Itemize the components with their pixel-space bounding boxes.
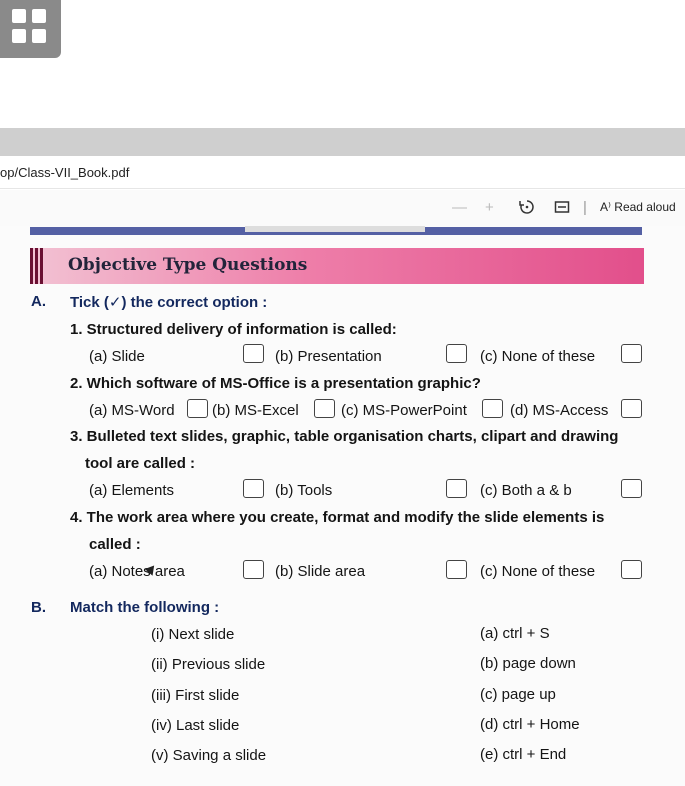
zoom-in-button[interactable]: + — [485, 199, 494, 217]
toolbar-divider: | — [583, 199, 587, 216]
q4-checkbox-b[interactable] — [446, 560, 467, 579]
section-a-letter: A. — [31, 293, 46, 310]
read-aloud-button[interactable]: A⁾ Read aloud — [600, 200, 676, 214]
match-right-4: (d) ctrl + Home — [480, 716, 580, 733]
q4-option-c: (c) None of these — [480, 563, 596, 580]
q1-option-b: (b) Presentation — [275, 348, 382, 365]
q4-option-a: (a) Notes area — [89, 563, 185, 580]
question-3-cont: tool are called : — [85, 455, 196, 472]
match-left-1: (i) Next slide — [151, 626, 235, 643]
match-right-3: (c) page up — [480, 686, 556, 703]
q1-checkbox-b[interactable] — [446, 344, 467, 363]
q3-checkbox-b[interactable] — [446, 479, 467, 498]
match-right-1: (a) ctrl + S — [480, 625, 550, 642]
q2-option-c: (c) MS-PowerPoint — [341, 402, 467, 419]
question-2: 2. Which software of MS-Office is a pres… — [70, 375, 481, 392]
question-1: 1. Structured delivery of information is… — [70, 321, 397, 338]
section-a-heading: Tick (✓) the correct option : — [70, 294, 268, 311]
rotate-icon[interactable] — [519, 199, 535, 220]
question-3: 3. Bulleted text slides, graphic, table … — [70, 428, 619, 445]
apps-grid-icon[interactable] — [0, 0, 61, 58]
tab-strip — [0, 128, 685, 156]
q2-option-b: (b) MS-Excel — [212, 402, 299, 419]
q1-checkbox-c[interactable] — [621, 344, 642, 363]
q2-option-d: (d) MS-Access — [510, 402, 609, 419]
q2-checkbox-a[interactable] — [187, 399, 208, 418]
section-b-letter: B. — [31, 599, 46, 616]
q2-option-a: (a) MS-Word — [89, 402, 175, 419]
q1-option-c: (c) None of these — [480, 348, 596, 365]
match-left-5: (v) Saving a slide — [151, 747, 267, 764]
question-4: 4. The work area where you create, forma… — [70, 509, 605, 526]
zoom-out-button[interactable]: — — [452, 199, 467, 217]
q3-checkbox-c[interactable] — [621, 479, 642, 498]
q1-checkbox-a[interactable] — [243, 344, 264, 363]
address-url[interactable]: op/Class-VII_Book.pdf — [0, 165, 129, 180]
section-title: Objective Type Questions — [68, 255, 308, 275]
q2-checkbox-b[interactable] — [314, 399, 335, 418]
q4-checkbox-c[interactable] — [621, 560, 642, 579]
section-banner-marker — [30, 248, 44, 284]
section-b-heading: Match the following : — [70, 599, 220, 616]
header-stripe-accent — [245, 226, 425, 232]
match-right-5: (e) ctrl + End — [480, 746, 567, 763]
q4-option-b: (b) Slide area — [275, 563, 366, 580]
q3-option-a: (a) Elements — [89, 482, 175, 499]
match-left-4: (iv) Last slide — [151, 717, 240, 734]
fit-page-icon[interactable] — [554, 199, 570, 220]
q3-checkbox-a[interactable] — [243, 479, 264, 498]
match-left-2: (ii) Previous slide — [151, 656, 266, 673]
match-right-2: (b) page down — [480, 655, 576, 672]
q3-option-b: (b) Tools — [275, 482, 333, 499]
q1-option-a: (a) Slide — [89, 348, 145, 365]
question-4-cont: called : — [89, 536, 141, 553]
q2-checkbox-c[interactable] — [482, 399, 503, 418]
q2-checkbox-d[interactable] — [621, 399, 642, 418]
q3-option-c: (c) Both a & b — [480, 482, 572, 499]
q4-checkbox-a[interactable] — [243, 560, 264, 579]
match-left-3: (iii) First slide — [151, 687, 240, 704]
